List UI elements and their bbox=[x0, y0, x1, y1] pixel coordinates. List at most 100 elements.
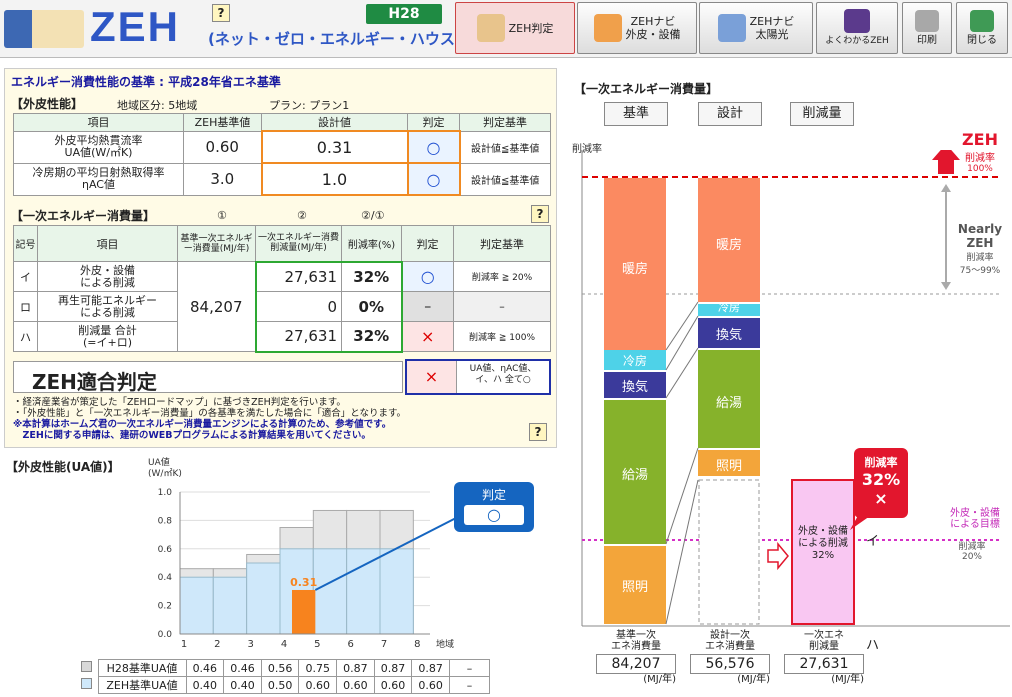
zeh-bar bbox=[179, 576, 214, 635]
std-ventilation-label: 換気 bbox=[621, 380, 648, 395]
judge-icon bbox=[476, 14, 505, 42]
app-header: ZEH ? (ネット・ゼロ・エネルギー・ハウス) H28 ZEH判定 ZEHナビ… bbox=[0, 0, 1012, 58]
des-heating-label: 暖房 bbox=[715, 238, 742, 253]
x-tick-label: 1 bbox=[181, 639, 187, 650]
energy-help-icon[interactable]: ? bbox=[531, 205, 549, 223]
legend-name: H28基準UA値 bbox=[97, 659, 187, 677]
x-tick-label: 2 bbox=[214, 639, 220, 650]
foot-line: 設計一次 bbox=[710, 630, 750, 641]
item-cell: 外皮・設備 による削減 bbox=[37, 261, 178, 292]
legend-name: ZEH基準UA値 bbox=[97, 676, 187, 694]
x-tick-label: 6 bbox=[347, 639, 353, 650]
guide-button[interactable]: よくわかるZEH bbox=[816, 2, 898, 54]
target-rate-pct: 20% bbox=[961, 552, 982, 562]
reduction-line: 32% bbox=[811, 550, 835, 561]
foot-line: 一次エネ bbox=[804, 630, 844, 641]
judge-callout-title: 判定 bbox=[481, 488, 506, 502]
val: – bbox=[449, 659, 490, 677]
table-row: ハ 削減量 合計 (=イ+ロ) 27,631 32% × 削減率 ≧ 100% bbox=[13, 321, 551, 353]
design-value-label: 0.31 bbox=[290, 576, 317, 589]
legend-swatch bbox=[81, 678, 93, 689]
y-tick-label: 0.6 bbox=[158, 545, 173, 555]
des-hotwater-label: 給湯 bbox=[715, 396, 742, 411]
zeh-sub: 削減率 bbox=[965, 153, 995, 164]
tab-zeh-navi-equipment[interactable]: ZEHナビ 外皮・設備 bbox=[577, 2, 697, 54]
ha-mark: ハ bbox=[866, 638, 880, 653]
design-bar bbox=[292, 589, 316, 634]
col-judge: 判定 bbox=[401, 225, 454, 262]
btn-design[interactable]: 設計 bbox=[698, 102, 762, 126]
zeh-title: ZEH bbox=[962, 130, 998, 149]
tab-zeh-judge[interactable]: ZEH判定 bbox=[455, 2, 575, 54]
y-tick-label: 0.2 bbox=[158, 602, 172, 612]
btn-standard[interactable]: 基準 bbox=[604, 102, 668, 126]
rule-cell: 削減率 ≧ 20% bbox=[453, 261, 551, 292]
connector-line bbox=[665, 347, 699, 399]
plan-label: プラン: プラン1 bbox=[269, 99, 350, 112]
book-icon bbox=[844, 8, 870, 33]
close-button[interactable]: 閉じる bbox=[956, 2, 1008, 54]
rule-cell: – bbox=[453, 291, 551, 322]
col-num-3: ②/① bbox=[361, 209, 385, 222]
nearly-title: ZEH bbox=[966, 236, 994, 250]
design-value: 1.0 bbox=[260, 162, 409, 196]
sym: ハ bbox=[13, 321, 38, 352]
val: 0.46 bbox=[223, 659, 262, 677]
note-line: ・経済産業省が策定した「ZEHロードマップ」に基づきZEH判定を行います。 bbox=[13, 397, 346, 408]
col-design: 設計値 bbox=[261, 113, 408, 132]
nearly-pct: 75～99% bbox=[959, 266, 1001, 276]
reduction-value: 0 bbox=[254, 291, 342, 322]
val: 0.56 bbox=[260, 659, 300, 677]
col-item: 項目 bbox=[37, 225, 178, 262]
target-rate: 削減率 20% bbox=[946, 542, 998, 562]
help-icon[interactable]: ? bbox=[212, 4, 230, 22]
item-sublabel: による削減 bbox=[80, 305, 135, 319]
col-reduction: 一次エネルギー消費 削減量(MJ/年) bbox=[255, 225, 342, 262]
i-mark: イ bbox=[866, 534, 880, 549]
val: 0.60 bbox=[411, 676, 450, 694]
item-cell: 冷房期の平均日射熱取得率 ηAC値 bbox=[13, 162, 184, 196]
foot-value: 27,631 bbox=[784, 654, 864, 674]
tab-label-line2: 外皮・設備 bbox=[625, 28, 681, 41]
col-sym: 記号 bbox=[13, 225, 38, 262]
des-lighting-label: 照明 bbox=[715, 459, 742, 474]
val: 0.87 bbox=[373, 659, 413, 677]
callout-line: 削減率 bbox=[864, 456, 898, 469]
val: 0.46 bbox=[185, 659, 225, 677]
foot-value: 56,576 bbox=[690, 654, 770, 674]
connector-line bbox=[665, 447, 699, 545]
version-badge: H28 bbox=[366, 4, 442, 24]
y-tick-label: 0.0 bbox=[158, 630, 173, 640]
btn-reduction[interactable]: 削減量 bbox=[790, 102, 854, 126]
print-label: 印刷 bbox=[917, 34, 937, 46]
val: 0.40 bbox=[223, 676, 262, 694]
col-num-1: ① bbox=[217, 209, 227, 222]
design-value: 0.31 bbox=[260, 130, 409, 164]
callout-line: 32% bbox=[861, 470, 901, 489]
col-std: ZEH基準値 bbox=[183, 113, 262, 132]
target-label: 外皮・設備 による目標 bbox=[938, 508, 1012, 530]
val: 0.40 bbox=[185, 676, 225, 694]
notes-help-icon[interactable]: ? bbox=[529, 423, 547, 441]
legend-swatch bbox=[81, 661, 93, 672]
std-value: 3.0 bbox=[183, 162, 262, 196]
tab-label-line1: ZEHナビ bbox=[749, 15, 795, 28]
verdict-rule: UA値、ηAC値、イ、ハ 全て○ bbox=[469, 364, 537, 385]
x-tick-label: 8 bbox=[414, 639, 420, 650]
foot-design: 設計一次 エネ消費量 56,576 (MJ/年) bbox=[690, 630, 770, 685]
tab-label: ZEHナビ 外皮・設備 bbox=[626, 15, 681, 41]
std-value: 0.60 bbox=[183, 130, 262, 164]
col-base: 基準一次エネルギー消費量(MJ/年) bbox=[177, 225, 256, 262]
foot-unit: (MJ/年) bbox=[643, 674, 676, 685]
reduction-value: 27,631 bbox=[254, 260, 342, 292]
panel-title: エネルギー消費性能の基準 : 平成28年省エネ基準 bbox=[11, 75, 281, 89]
val: 0.87 bbox=[336, 659, 375, 677]
verdict-result: × UA値、ηAC値、イ、ハ 全て○ bbox=[405, 359, 551, 395]
val: 0.50 bbox=[260, 676, 300, 694]
energy-table: 記号 項目 基準一次エネルギー消費量(MJ/年) 一次エネルギー消費 削減量(M… bbox=[13, 225, 551, 353]
item-cell: 再生可能エネルギー による削減 bbox=[37, 291, 178, 322]
tab-zeh-navi-solar[interactable]: ZEHナビ 太陽光 bbox=[699, 2, 813, 54]
print-button[interactable]: 印刷 bbox=[902, 2, 952, 54]
zeh-pct: 100% bbox=[967, 164, 993, 174]
reduction-line: 外皮・設備 bbox=[798, 526, 848, 537]
